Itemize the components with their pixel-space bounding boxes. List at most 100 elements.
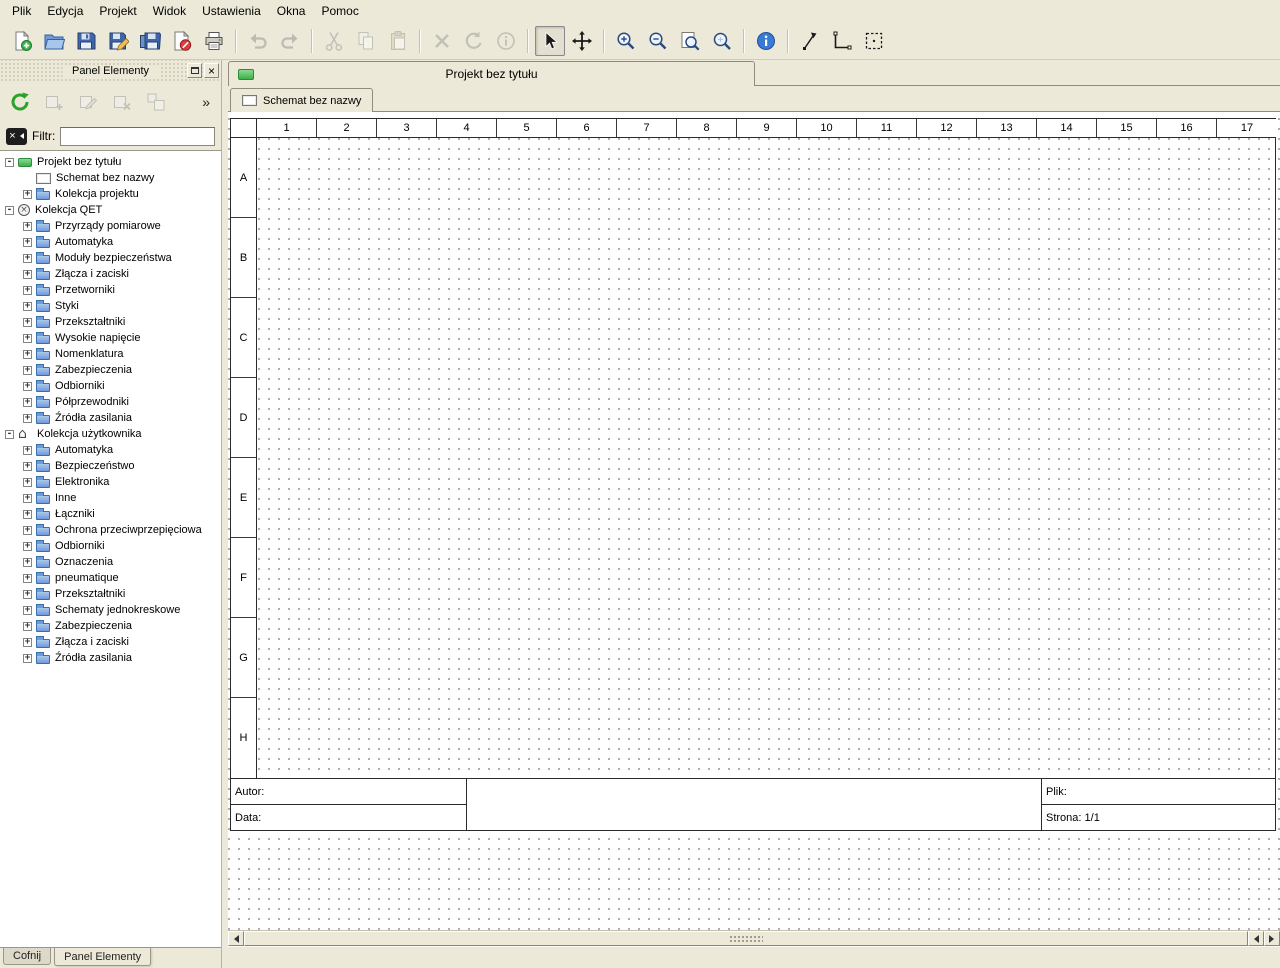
tree-item[interactable]: Automatyka (0, 234, 221, 250)
tree-item[interactable]: Źródła zasilania (0, 650, 221, 666)
tree-expander-icon[interactable] (23, 174, 32, 183)
tree-item[interactable]: Oznaczenia (0, 554, 221, 570)
tree-item[interactable]: Źródła zasilania (0, 410, 221, 426)
tree-item[interactable]: Kolekcja QET (0, 202, 221, 218)
tree-item[interactable]: Złącza i zaciski (0, 634, 221, 650)
tree-item[interactable]: Automatyka (0, 442, 221, 458)
menu-item[interactable]: Edycja (39, 1, 91, 21)
tree-expander-icon[interactable] (23, 286, 32, 295)
tree-expander-icon[interactable] (23, 190, 32, 199)
new-project-button[interactable] (7, 26, 37, 56)
tree-expander-icon[interactable] (23, 366, 32, 375)
panel-float-button[interactable] (187, 63, 202, 78)
add-text-button[interactable] (795, 26, 825, 56)
panel-more-button[interactable] (198, 92, 214, 112)
tree-item[interactable]: Przekształtniki (0, 314, 221, 330)
project-tab[interactable]: Projekt bez tytułu (228, 61, 755, 86)
tree-item[interactable]: Elektronika (0, 474, 221, 490)
save-all-button[interactable] (135, 26, 165, 56)
tree-item[interactable]: Nomenklatura (0, 346, 221, 362)
scroll-left-button[interactable] (228, 931, 244, 946)
tree-expander-icon[interactable] (23, 350, 32, 359)
tree-item[interactable]: Przetworniki (0, 282, 221, 298)
tree-expander-icon[interactable] (23, 558, 32, 567)
tree-expander-icon[interactable] (23, 270, 32, 279)
tree-expander-icon[interactable] (23, 542, 32, 551)
tree-item[interactable]: Łączniki (0, 506, 221, 522)
tree-item[interactable]: Odbiorniki (0, 538, 221, 554)
panel-tab[interactable]: Panel Elementy (54, 948, 151, 966)
tree-expander-icon[interactable] (23, 526, 32, 535)
scroll-left-button-2[interactable] (1248, 931, 1264, 946)
tree-item[interactable]: Kolekcja projektu (0, 186, 221, 202)
tree-item[interactable]: pneumatique (0, 570, 221, 586)
zoom-fit-button[interactable] (675, 26, 705, 56)
tree-expander-icon[interactable] (23, 302, 32, 311)
select-area-button[interactable] (859, 26, 889, 56)
tree-item[interactable]: Bezpieczeństwo (0, 458, 221, 474)
diagram-canvas[interactable]: 1 2 3 4 5 6 7 (228, 112, 1280, 930)
menu-item[interactable]: Plik (4, 1, 39, 21)
tree-item[interactable]: Odbiorniki (0, 378, 221, 394)
panel-tab[interactable]: Cofnij (3, 948, 51, 965)
zoom-out-button[interactable] (643, 26, 673, 56)
menu-item[interactable]: Okna (269, 1, 314, 21)
save-as-button[interactable] (103, 26, 133, 56)
tree-expander-icon[interactable] (23, 654, 32, 663)
menu-item[interactable]: Widok (145, 1, 194, 21)
tree-expander-icon[interactable] (23, 590, 32, 599)
tree-item[interactable]: Styki (0, 298, 221, 314)
tree-expander-icon[interactable] (23, 238, 32, 247)
tree-expander-icon[interactable] (23, 638, 32, 647)
save-button[interactable] (71, 26, 101, 56)
tree-expander-icon[interactable] (23, 510, 32, 519)
draw-line-button[interactable] (827, 26, 857, 56)
tree-expander-icon[interactable] (23, 398, 32, 407)
close-project-button[interactable] (167, 26, 197, 56)
clear-filter-button[interactable] (6, 128, 27, 145)
tree-item[interactable]: Przekształtniki (0, 586, 221, 602)
print-button[interactable] (199, 26, 229, 56)
tree-expander-icon[interactable] (23, 446, 32, 455)
select-mode-button[interactable] (535, 26, 565, 56)
tree-expander-icon[interactable] (23, 622, 32, 631)
tree-item[interactable]: Złącza i zaciski (0, 266, 221, 282)
tree-item[interactable]: Kolekcja użytkownika (0, 426, 221, 442)
tree-expander-icon[interactable] (23, 414, 32, 423)
menu-item[interactable]: Pomoc (313, 1, 366, 21)
pan-mode-button[interactable] (567, 26, 597, 56)
tree-item[interactable]: Moduły bezpieczeństwa (0, 250, 221, 266)
reload-collections-button[interactable] (5, 87, 35, 117)
menu-item[interactable]: Projekt (91, 1, 144, 21)
tree-expander-icon[interactable] (23, 334, 32, 343)
tree-item[interactable]: Zabezpieczenia (0, 362, 221, 378)
panel-close-button[interactable] (204, 63, 219, 78)
tree-item[interactable]: Schemat bez nazwy (0, 170, 221, 186)
tree-expander-icon[interactable] (23, 222, 32, 231)
tree-expander-icon[interactable] (23, 462, 32, 471)
tree-item[interactable]: Projekt bez tytułu (0, 154, 221, 170)
panel-header[interactable]: Panel Elementy (0, 60, 221, 82)
menu-item[interactable]: Ustawienia (194, 1, 269, 21)
tree-expander-icon[interactable] (23, 254, 32, 263)
tree-expander-icon[interactable] (5, 430, 14, 439)
scroll-right-button[interactable] (1264, 931, 1280, 946)
tree-expander-icon[interactable] (23, 318, 32, 327)
tree-item[interactable]: Półprzewodniki (0, 394, 221, 410)
tree-expander-icon[interactable] (5, 206, 14, 215)
open-project-button[interactable] (39, 26, 69, 56)
tree-expander-icon[interactable] (23, 478, 32, 487)
diagram-tab[interactable]: Schemat bez nazwy (230, 88, 373, 112)
tree-item[interactable]: Ochrona przeciwprzepięciowa (0, 522, 221, 538)
tree-item[interactable]: Schematy jednokreskowe (0, 602, 221, 618)
tree-expander-icon[interactable] (23, 574, 32, 583)
zoom-in-button[interactable] (611, 26, 641, 56)
scrollbar-thumb[interactable] (244, 931, 1248, 946)
tree-item[interactable]: Zabezpieczenia (0, 618, 221, 634)
zoom-reset-button[interactable] (707, 26, 737, 56)
drawing-grid[interactable] (257, 138, 1275, 778)
tree-expander-icon[interactable] (5, 158, 14, 167)
tree-item[interactable]: Inne (0, 490, 221, 506)
tree-item[interactable]: Wysokie napięcie (0, 330, 221, 346)
tree-expander-icon[interactable] (23, 382, 32, 391)
